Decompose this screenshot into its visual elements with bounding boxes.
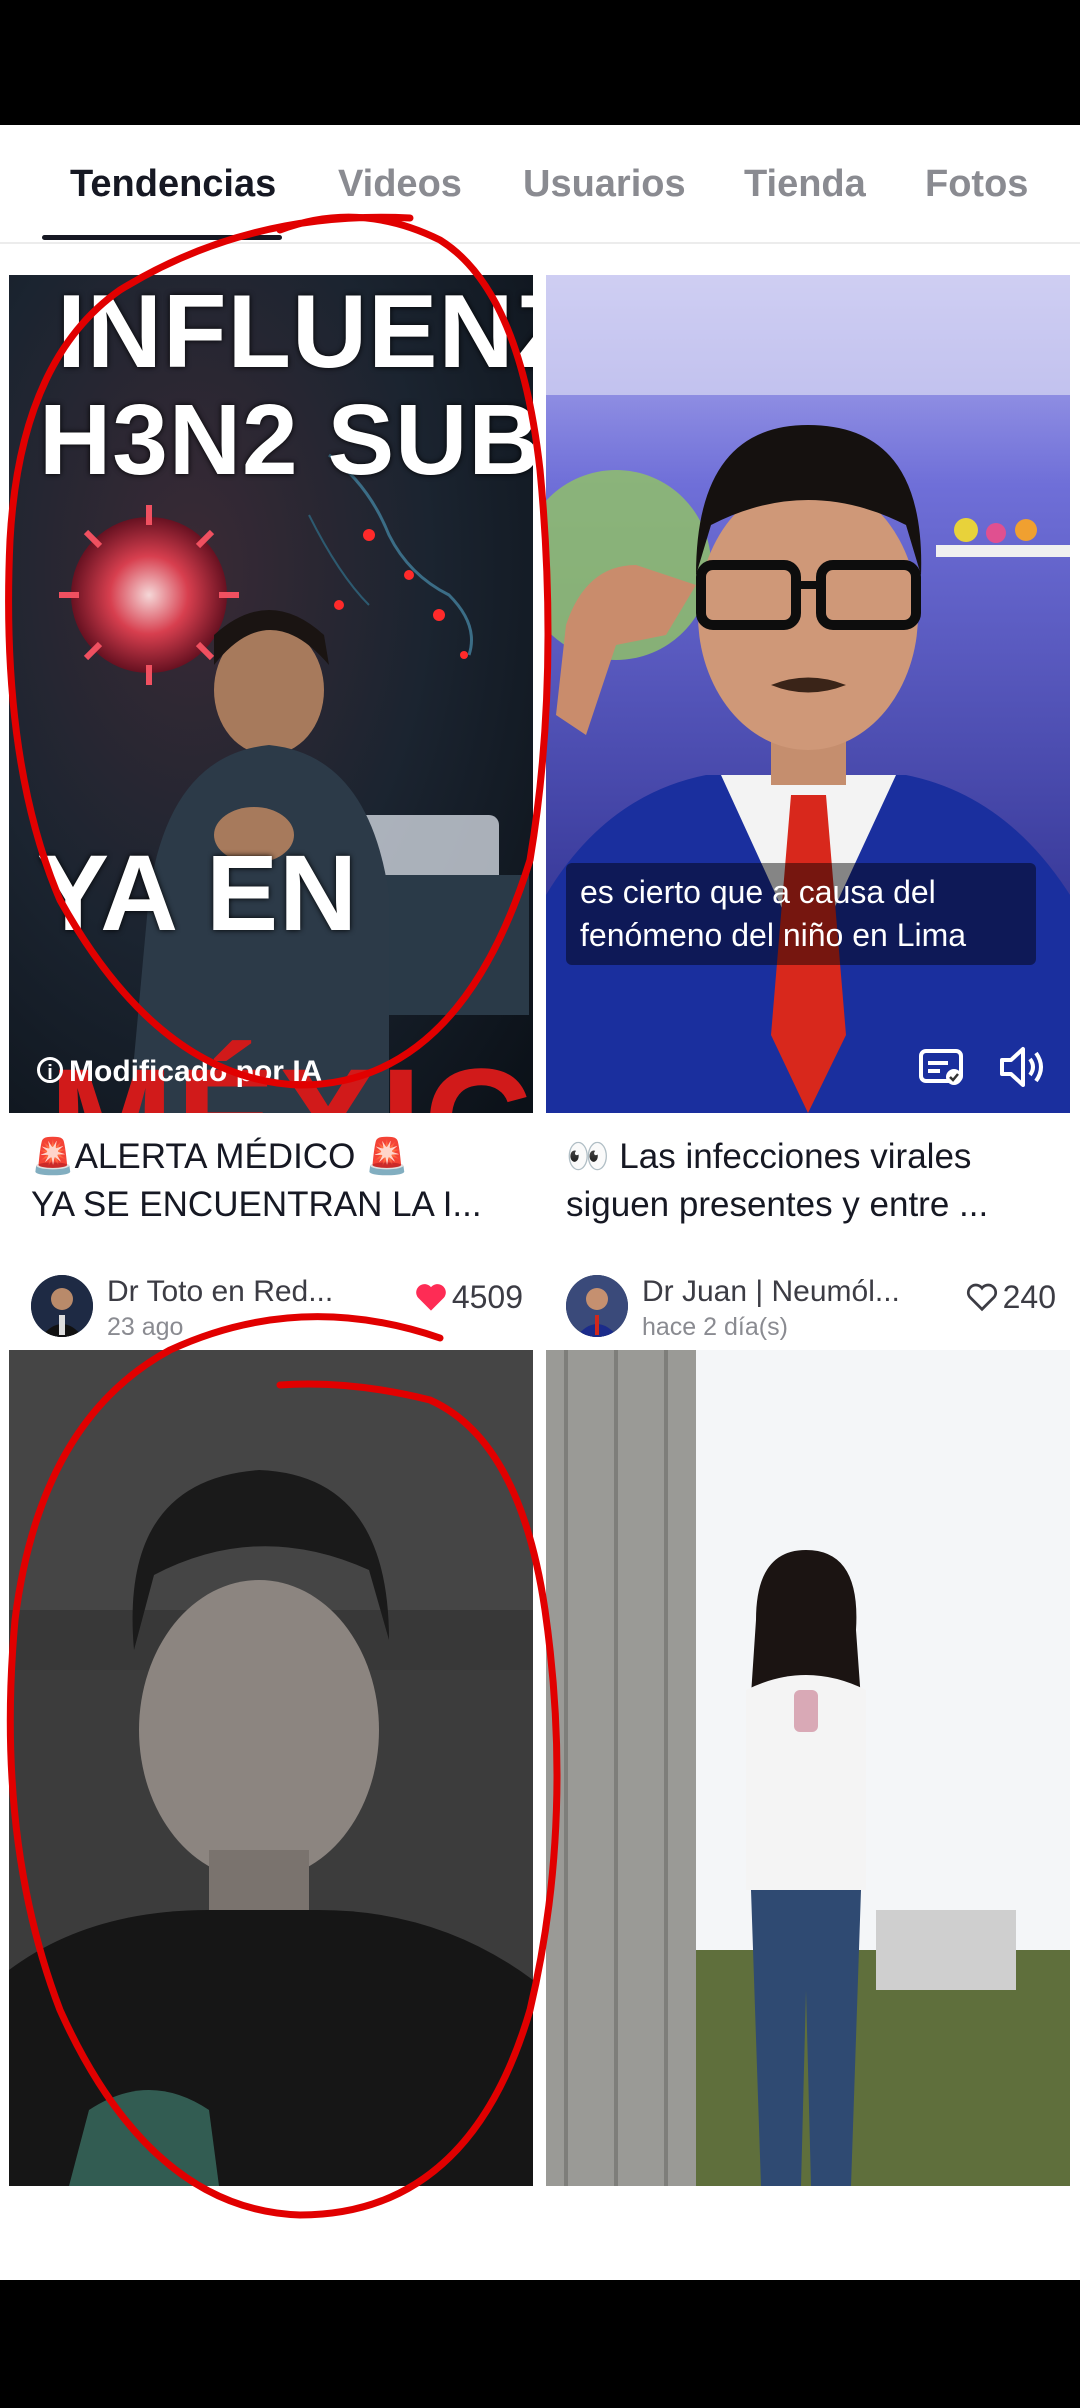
video-subtitle: es cierto que a causa del fenómeno del n… [566, 863, 1036, 965]
captions-icon[interactable] [918, 1047, 964, 1087]
video-card[interactable]: INFLUENZA H3N2 SUB K YA EN MÉXICO iModif… [9, 275, 533, 1455]
video-card[interactable] [546, 1350, 1070, 2280]
like-count[interactable]: 240 [965, 1279, 1056, 1316]
author-name[interactable]: Dr Juan | Neumól... [642, 1275, 900, 1309]
tab-tienda[interactable]: Tienda [744, 163, 866, 206]
heart-outline-icon [966, 1283, 997, 1312]
like-count-value: 240 [1002, 1279, 1056, 1315]
overlay-title-line-1: INFLUENZA [57, 275, 533, 390]
tab-fotos[interactable]: Fotos [925, 163, 1028, 206]
ai-modified-text: Modificado por IA [69, 1055, 323, 1088]
video-thumbnail[interactable] [9, 1350, 533, 2186]
post-date: 23 ago [107, 1313, 184, 1341]
video-thumbnail[interactable]: INFLUENZA H3N2 SUB K YA EN MÉXICO iModif… [9, 275, 533, 1113]
avatar[interactable] [31, 1275, 93, 1337]
search-tabs: Tendencias Videos Usuarios Tienda Fotos [0, 125, 1080, 244]
overlay-title-line-2: H3N2 SUB K [39, 384, 533, 496]
ai-modified-label: i Modificado por IA [37, 1055, 322, 1089]
author-row[interactable]: Dr Toto en Red... 23 ago 4509 [9, 1275, 533, 1345]
search-results-screen: Tendencias Videos Usuarios Tienda Fotos [0, 125, 1080, 2280]
video-card[interactable]: es cierto que a causa del fenómeno del n… [546, 275, 1070, 1455]
overlay-title-line-3: YA EN [37, 832, 359, 953]
volume-icon[interactable] [998, 1045, 1048, 1089]
author-row[interactable]: Dr Juan | Neumól... hace 2 día(s) 240 [546, 1275, 1070, 1345]
post-date: hace 2 día(s) [642, 1313, 788, 1341]
tab-usuarios[interactable]: Usuarios [523, 163, 686, 206]
video-thumbnail[interactable]: es cierto que a causa del fenómeno del n… [546, 275, 1070, 1113]
thumbnail-image [9, 1350, 533, 2186]
video-caption[interactable]: 🚨ALERTA MÉDICO 🚨 YA SE ENCUENTRAN LA I..… [31, 1133, 521, 1229]
heart-filled-icon [415, 1284, 446, 1311]
video-card[interactable] [9, 1350, 533, 2280]
tab-tendencias[interactable]: Tendencias [70, 163, 276, 206]
tabs-divider [0, 242, 1080, 244]
info-icon: i [37, 1057, 63, 1084]
video-thumbnail[interactable] [546, 1350, 1070, 2186]
active-tab-indicator [42, 235, 282, 240]
thumbnail-image [546, 1350, 1070, 2186]
like-count-value: 4509 [451, 1279, 523, 1315]
video-caption[interactable]: 👀 Las infecciones virales siguen present… [566, 1133, 1056, 1229]
like-count[interactable]: 4509 [414, 1279, 523, 1316]
author-name[interactable]: Dr Toto en Red... [107, 1275, 333, 1309]
thumbnail-image [546, 275, 1070, 1113]
tab-videos[interactable]: Videos [338, 163, 462, 206]
avatar[interactable] [566, 1275, 628, 1337]
